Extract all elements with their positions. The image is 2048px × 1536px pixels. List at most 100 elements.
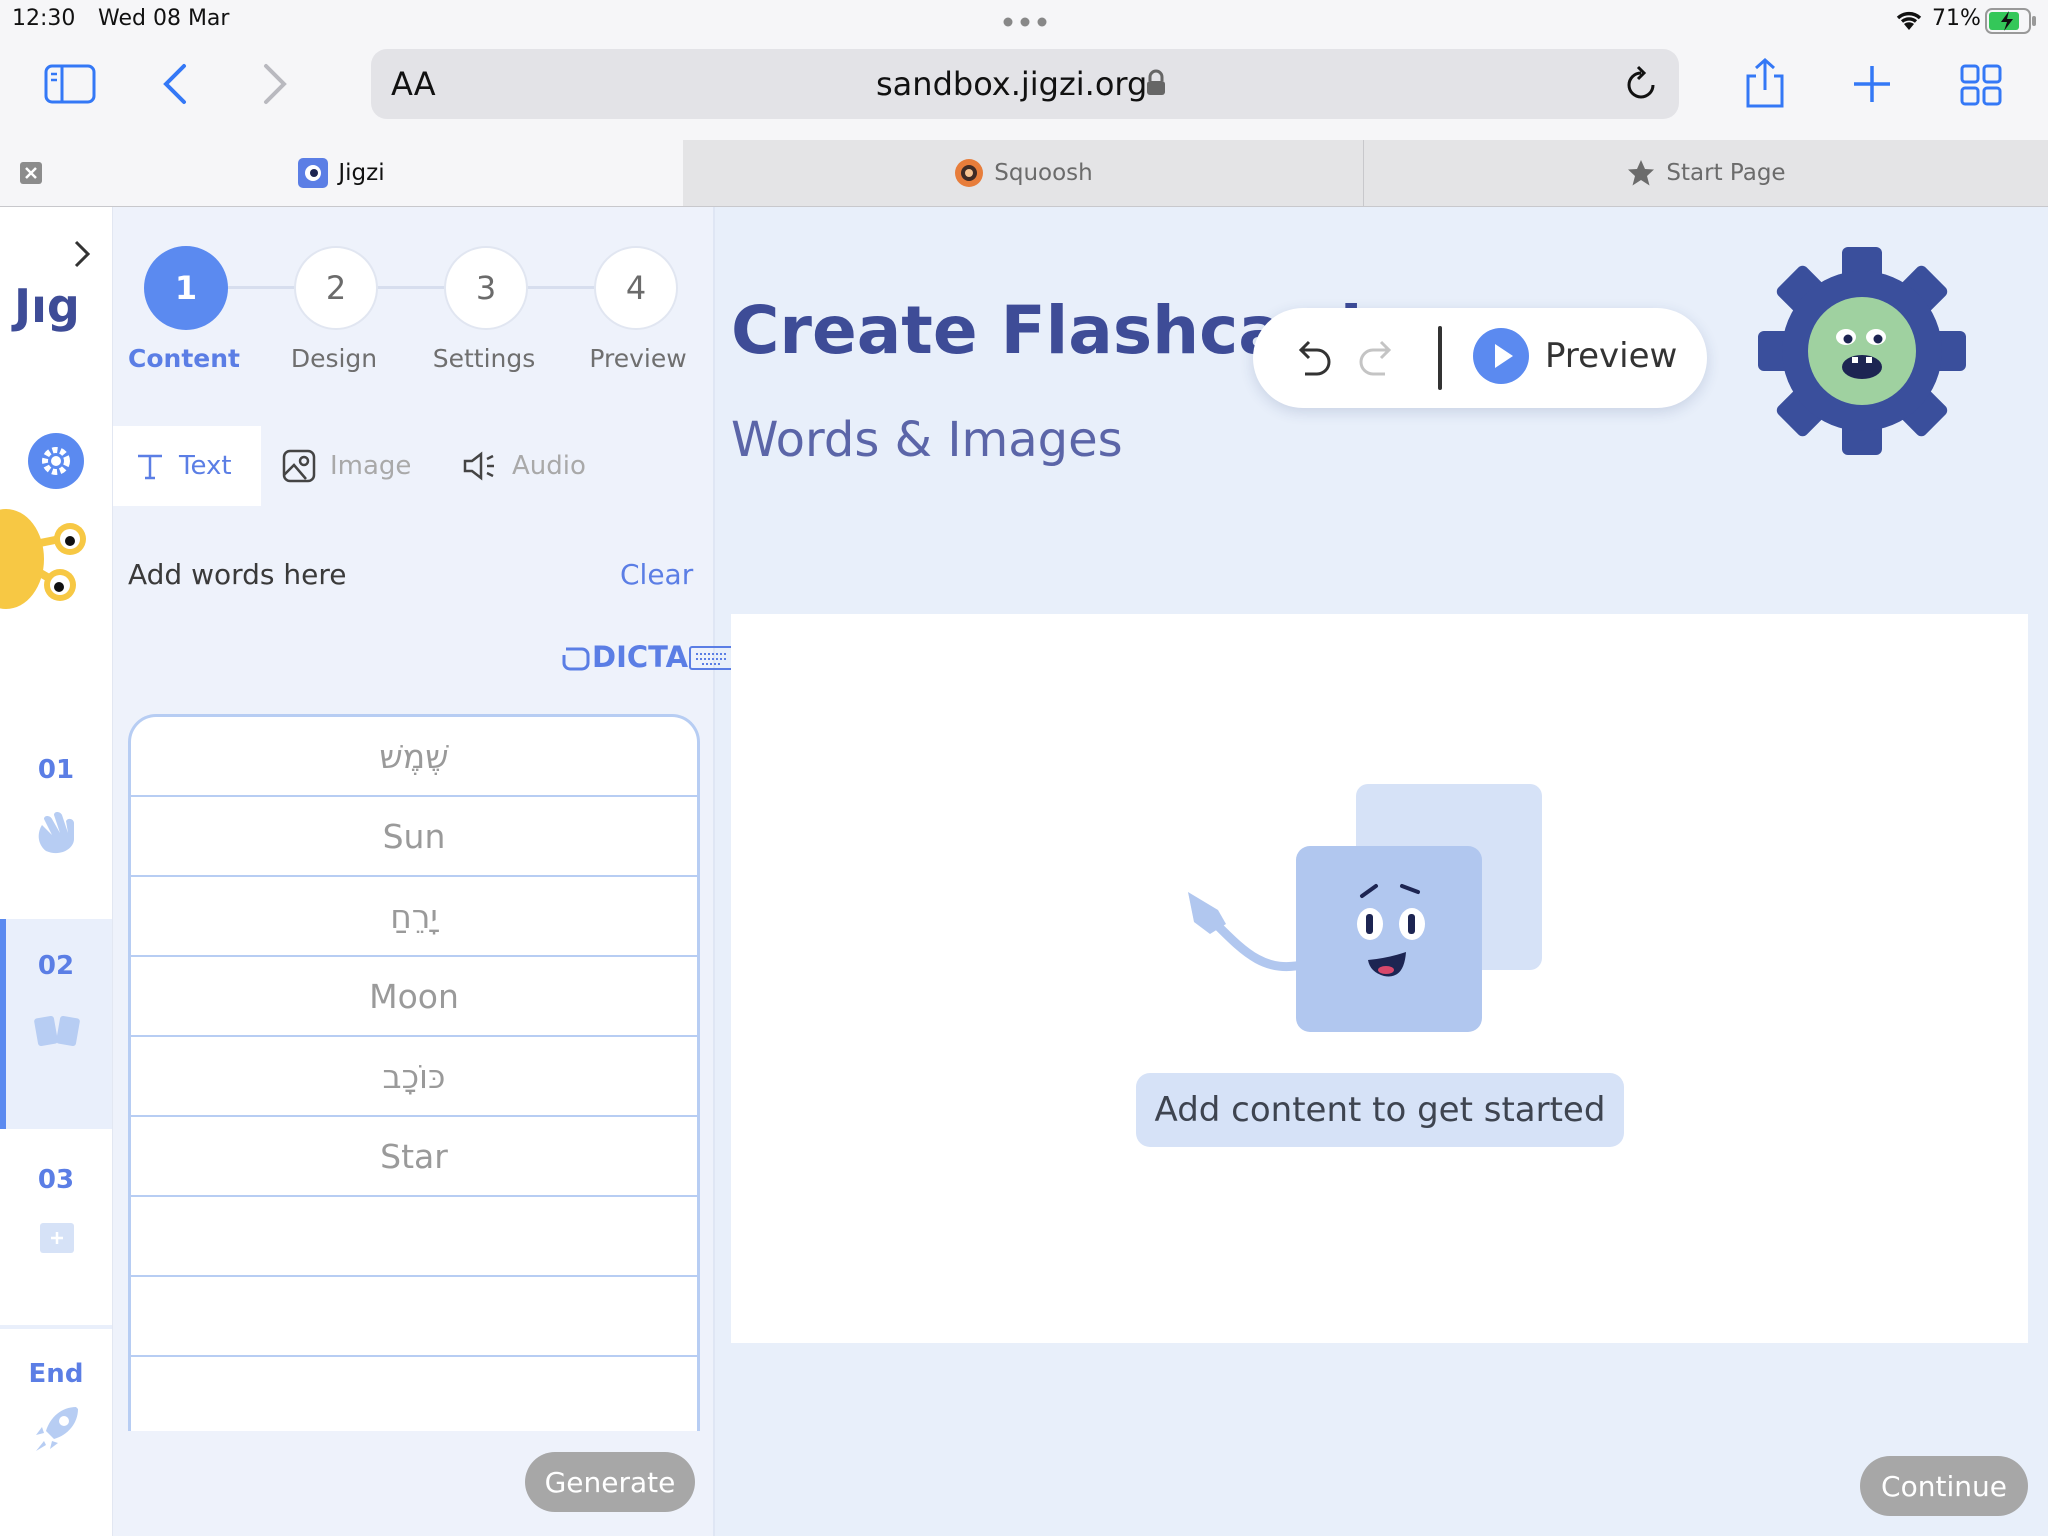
rocket-icon — [32, 1403, 82, 1455]
continue-button[interactable]: Continue — [1860, 1456, 2028, 1516]
settings-gear-icon[interactable] — [28, 433, 84, 489]
tab-squoosh[interactable]: Squoosh — [684, 140, 1364, 206]
generate-button[interactable]: Generate — [525, 1452, 695, 1512]
wave-hand-icon — [30, 805, 82, 857]
step-content[interactable]: 1 — [144, 246, 228, 330]
slide-item-01[interactable]: 01 — [0, 723, 112, 919]
sidebar-toggle-icon[interactable] — [44, 64, 96, 104]
step-preview[interactable]: 4 — [594, 246, 678, 330]
tab-text-label: Text — [179, 451, 232, 481]
word-text: Star — [380, 1136, 448, 1176]
reload-icon[interactable] — [1623, 65, 1659, 103]
step-connector — [224, 286, 300, 289]
step-label-settings: Settings — [432, 344, 536, 373]
speaker-icon — [462, 451, 498, 481]
share-icon[interactable] — [1744, 58, 1786, 110]
step-label-design: Design — [290, 344, 378, 373]
word-text: כּוֹכָב — [382, 1056, 446, 1096]
word-row[interactable]: Star — [131, 1117, 697, 1197]
gear-mascot-icon — [1754, 246, 1970, 456]
tab-start-page[interactable]: Start Page — [1364, 140, 2048, 206]
toolbar-divider — [1438, 326, 1442, 390]
url-bar[interactable]: AA sandbox.jigzi.org — [371, 49, 1679, 119]
slide-sidebar: Jıg 01 02 03 End — [0, 207, 113, 1536]
redo-icon[interactable] — [1357, 336, 1397, 380]
preview-label: Preview — [1545, 336, 1678, 376]
tab-label: Start Page — [1666, 160, 1786, 186]
cards-icon — [32, 1011, 82, 1051]
clear-button[interactable]: Clear — [620, 558, 693, 591]
browser-tabs: Jigzi Squoosh Start Page — [0, 140, 2048, 207]
battery-percent: 71% — [1932, 6, 1981, 31]
tab-image-label: Image — [330, 451, 412, 481]
jigzi-logo[interactable]: Jıg — [14, 279, 80, 333]
word-row[interactable] — [131, 1277, 697, 1357]
step-label-content: Content — [128, 344, 240, 373]
dicta-label: DICTA — [592, 640, 689, 674]
slide-canvas[interactable] — [731, 614, 2028, 1343]
text-icon — [135, 451, 165, 481]
keyboard-icon — [688, 643, 736, 671]
step-connector — [374, 286, 450, 289]
word-row[interactable]: יָרֵחַ — [131, 877, 697, 957]
close-tab-icon[interactable] — [20, 162, 42, 184]
status-date: Wed 08 Mar — [98, 6, 230, 31]
word-row[interactable]: כּוֹכָב — [131, 1037, 697, 1117]
play-icon — [1473, 328, 1529, 384]
step-number: 2 — [294, 246, 378, 330]
slide-number: 01 — [37, 755, 75, 785]
tab-jigzi[interactable]: Jigzi — [0, 140, 683, 206]
word-text: Sun — [382, 816, 446, 856]
tab-image[interactable]: Image — [282, 426, 411, 506]
more-dots-icon[interactable] — [1002, 16, 1048, 28]
star-icon — [1626, 158, 1656, 188]
slide-item-end[interactable]: End — [0, 1337, 112, 1517]
new-tab-icon[interactable] — [1852, 64, 1892, 104]
undo-icon[interactable] — [1293, 336, 1333, 380]
text-size-button[interactable]: AA — [391, 65, 436, 103]
expand-sidebar-icon[interactable] — [72, 239, 92, 269]
page-subtitle: Words & Images — [731, 412, 1123, 468]
tab-audio-label: Audio — [512, 451, 586, 481]
plus-icon — [40, 1223, 74, 1253]
url-text: sandbox.jigzi.org — [876, 65, 1148, 103]
forward-icon[interactable] — [262, 62, 288, 106]
word-text: יָרֵחַ — [390, 896, 438, 936]
slide-item-03[interactable]: 03 — [0, 1129, 112, 1329]
step-connector — [524, 286, 600, 289]
word-row[interactable]: Sun — [131, 797, 697, 877]
slide-number: 02 — [37, 951, 75, 981]
lock-icon — [1146, 69, 1166, 97]
mascot-creature-icon — [0, 501, 96, 621]
card-character-icon — [1156, 784, 1556, 1054]
word-text: Moon — [369, 976, 459, 1016]
step-settings[interactable]: 3 — [444, 246, 528, 330]
image-icon — [282, 449, 316, 483]
tab-text[interactable]: Text — [113, 426, 261, 506]
empty-state-hint: Add content to get started — [1136, 1073, 1624, 1147]
dicta-logo-icon — [562, 643, 590, 671]
slide-item-02[interactable]: 02 — [0, 919, 112, 1129]
word-list: שֶׁמֶשׁ Sun יָרֵחַ Moon כּוֹכָב Star — [128, 714, 700, 1431]
dicta-button[interactable]: DICTA — [562, 640, 736, 674]
word-row[interactable]: Moon — [131, 957, 697, 1037]
step-design[interactable]: 2 — [294, 246, 378, 330]
word-row[interactable] — [131, 1357, 697, 1431]
slide-number: End — [28, 1359, 84, 1389]
slide-number: 03 — [37, 1165, 75, 1195]
status-time: 12:30 — [12, 6, 76, 31]
step-label-preview: Preview — [589, 344, 687, 373]
tab-audio[interactable]: Audio — [462, 426, 586, 506]
tab-label: Squoosh — [994, 160, 1093, 186]
tab-overview-icon[interactable] — [1960, 64, 2002, 106]
wifi-icon — [1893, 8, 1925, 32]
step-number: 1 — [144, 246, 228, 330]
preview-button[interactable]: Preview — [1473, 328, 1677, 384]
step-number: 3 — [444, 246, 528, 330]
word-row[interactable] — [131, 1197, 697, 1277]
words-prompt: Add words here — [128, 558, 347, 591]
edit-toolbar: Preview — [1253, 308, 1707, 408]
word-row[interactable]: שֶׁמֶשׁ — [131, 717, 697, 797]
back-icon[interactable] — [162, 62, 188, 106]
word-text: שֶׁמֶשׁ — [379, 736, 449, 776]
